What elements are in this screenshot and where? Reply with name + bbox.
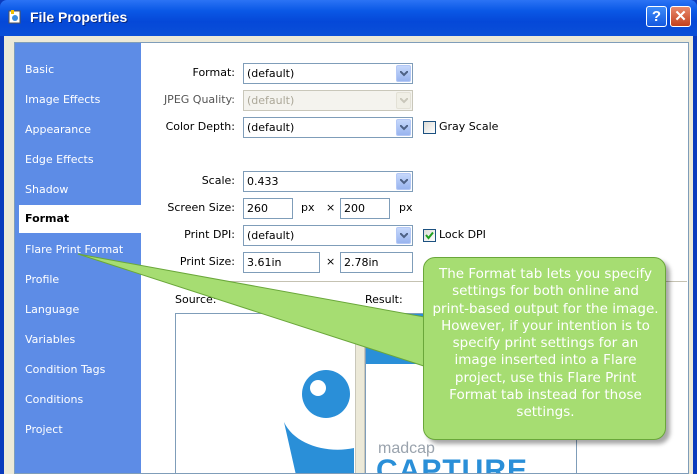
callout-bubble: The Format tab lets you specify settings… bbox=[423, 257, 666, 440]
callout-text: The Format tab lets you specify settings… bbox=[432, 266, 659, 421]
